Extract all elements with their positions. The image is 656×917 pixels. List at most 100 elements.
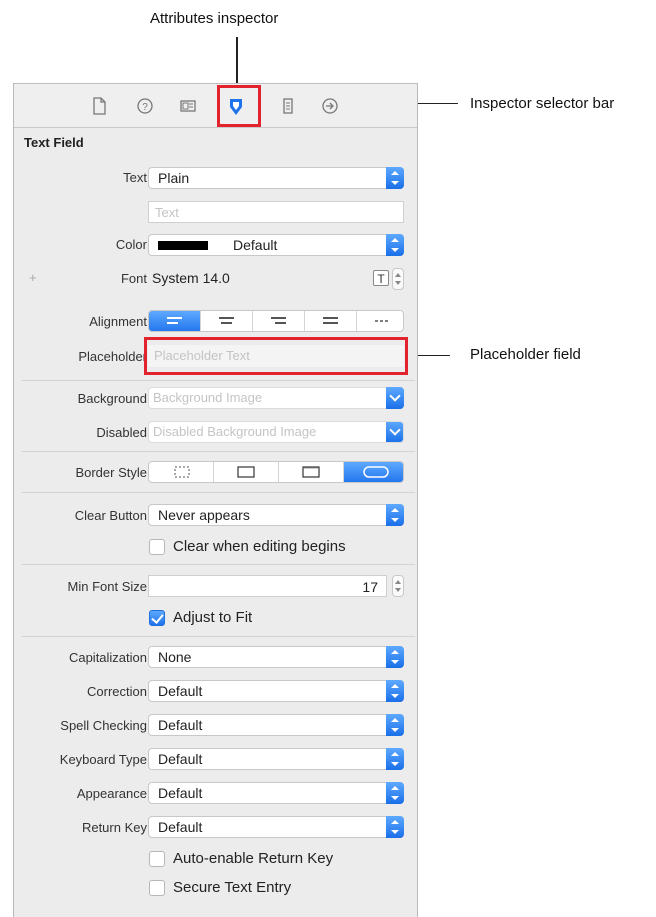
- return-key-value: Default: [158, 819, 203, 835]
- background-label: Background: [77, 391, 147, 406]
- identity-icon[interactable]: [178, 96, 198, 116]
- inspector-selector-bar: ?: [14, 83, 417, 128]
- font-add-icon[interactable]: +: [29, 270, 37, 285]
- keyboard-type-label: Keyboard Type: [59, 752, 147, 767]
- attributes-tab-highlight: [217, 85, 261, 127]
- font-label: Font: [120, 271, 147, 286]
- adjust-to-fit-checkbox[interactable]: [149, 610, 165, 626]
- border-rounded-icon[interactable]: [344, 462, 403, 482]
- svg-text:?: ?: [142, 102, 148, 113]
- text-label: Text: [123, 170, 147, 185]
- size-icon[interactable]: [278, 96, 298, 116]
- spell-checking-popup[interactable]: Default: [148, 714, 404, 736]
- appearance-stepper-icon: [386, 782, 404, 804]
- text-popup-value: Plain: [158, 170, 190, 186]
- clear-button-label: Clear Button: [74, 508, 147, 523]
- clear-button-stepper-icon: [386, 504, 404, 526]
- clear-button-value: Never appears: [158, 507, 250, 523]
- align-natural-icon[interactable]: [357, 311, 403, 331]
- callout-attributes-inspector: Attributes inspector: [150, 10, 279, 27]
- appearance-label: Appearance: [76, 786, 147, 801]
- placeholder-label: Placeholder: [78, 349, 147, 364]
- clear-button-popup[interactable]: Never appears: [148, 504, 404, 526]
- text-popup[interactable]: Plain: [148, 167, 404, 189]
- color-swatch: [158, 241, 208, 250]
- border-style-label: Border Style: [75, 465, 147, 480]
- background-placeholder: Background Image: [153, 390, 263, 405]
- disabled-combo[interactable]: Disabled Background Image: [148, 421, 404, 443]
- adjust-to-fit-label: Adjust to Fit: [173, 609, 253, 626]
- color-popup[interactable]: Default: [148, 234, 404, 256]
- min-font-size-label: Min Font Size: [67, 579, 147, 594]
- divider: [22, 492, 415, 493]
- text-popup-stepper-icon: [386, 167, 404, 189]
- disabled-label: Disabled: [96, 425, 147, 440]
- section-title: Text Field: [24, 135, 84, 150]
- correction-label: Correction: [87, 684, 147, 699]
- min-font-size-stepper[interactable]: [392, 575, 404, 597]
- attributes-inspector-panel: ? Text Field Text Plain Text Color Defau…: [13, 83, 418, 917]
- callout-inspector-selector-bar: Inspector selector bar: [470, 95, 615, 112]
- align-center-icon[interactable]: [201, 311, 253, 331]
- connections-icon[interactable]: [320, 96, 340, 116]
- border-bezel-icon[interactable]: [279, 462, 344, 482]
- align-right-icon[interactable]: [253, 311, 305, 331]
- return-key-stepper-icon: [386, 816, 404, 838]
- divider: [22, 636, 415, 637]
- color-popup-stepper-icon: [386, 234, 404, 256]
- appearance-value: Default: [158, 785, 203, 801]
- secure-text-entry-label: Secure Text Entry: [173, 879, 292, 896]
- keyboard-type-stepper-icon: [386, 748, 404, 770]
- correction-stepper-icon: [386, 680, 404, 702]
- spell-checking-value: Default: [158, 717, 203, 733]
- correction-value: Default: [158, 683, 203, 699]
- clear-when-editing-label: Clear when editing begins: [173, 538, 346, 555]
- disabled-placeholder: Disabled Background Image: [153, 424, 317, 439]
- keyboard-type-popup[interactable]: Default: [148, 748, 404, 770]
- placeholder-highlight: [144, 337, 408, 375]
- callout-line-selector-bar: [418, 103, 458, 104]
- divider: [22, 451, 415, 452]
- color-popup-value: Default: [233, 237, 278, 253]
- appearance-popup[interactable]: Default: [148, 782, 404, 804]
- font-picker-icon[interactable]: T: [373, 270, 389, 286]
- keyboard-type-value: Default: [158, 751, 203, 767]
- font-size-stepper[interactable]: [392, 268, 404, 290]
- divider: [22, 380, 415, 381]
- border-none-icon[interactable]: [149, 462, 214, 482]
- border-line-icon[interactable]: [214, 462, 279, 482]
- disabled-chevron-icon[interactable]: [386, 422, 403, 442]
- return-key-popup[interactable]: Default: [148, 816, 404, 838]
- spell-checking-label: Spell Checking: [60, 718, 147, 733]
- capitalization-popup[interactable]: None: [148, 646, 404, 668]
- alignment-segmented-control[interactable]: [148, 310, 404, 332]
- text-field[interactable]: Text: [148, 201, 404, 223]
- auto-enable-return-key-label: Auto-enable Return Key: [173, 850, 334, 867]
- clear-when-editing-checkbox[interactable]: [149, 539, 165, 555]
- callout-placeholder-field: Placeholder field: [470, 346, 581, 363]
- return-key-label: Return Key: [81, 820, 147, 835]
- file-icon[interactable]: [89, 96, 109, 116]
- capitalization-stepper-icon: [386, 646, 404, 668]
- color-label: Color: [115, 237, 147, 252]
- font-value: System 14.0: [152, 270, 230, 286]
- correction-popup[interactable]: Default: [148, 680, 404, 702]
- min-font-size-value: 17: [362, 579, 378, 595]
- align-left-icon[interactable]: [149, 311, 201, 331]
- capitalization-value: None: [158, 649, 192, 665]
- min-font-size-field[interactable]: 17: [148, 575, 387, 597]
- border-style-segmented-control[interactable]: [148, 461, 404, 483]
- callout-line-attributes: [236, 37, 238, 85]
- background-combo[interactable]: Background Image: [148, 387, 404, 409]
- secure-text-entry-checkbox[interactable]: [149, 880, 165, 896]
- font-field[interactable]: System 14.0 T: [148, 268, 404, 290]
- divider: [22, 564, 415, 565]
- align-justify-icon[interactable]: [305, 311, 357, 331]
- spell-checking-stepper-icon: [386, 714, 404, 736]
- alignment-label: Alignment: [89, 314, 147, 329]
- text-field-placeholder: Text: [155, 205, 179, 220]
- help-icon[interactable]: ?: [135, 96, 155, 116]
- capitalization-label: Capitalization: [68, 650, 147, 665]
- auto-enable-return-key-checkbox[interactable]: [149, 851, 165, 867]
- background-chevron-icon[interactable]: [386, 387, 404, 409]
